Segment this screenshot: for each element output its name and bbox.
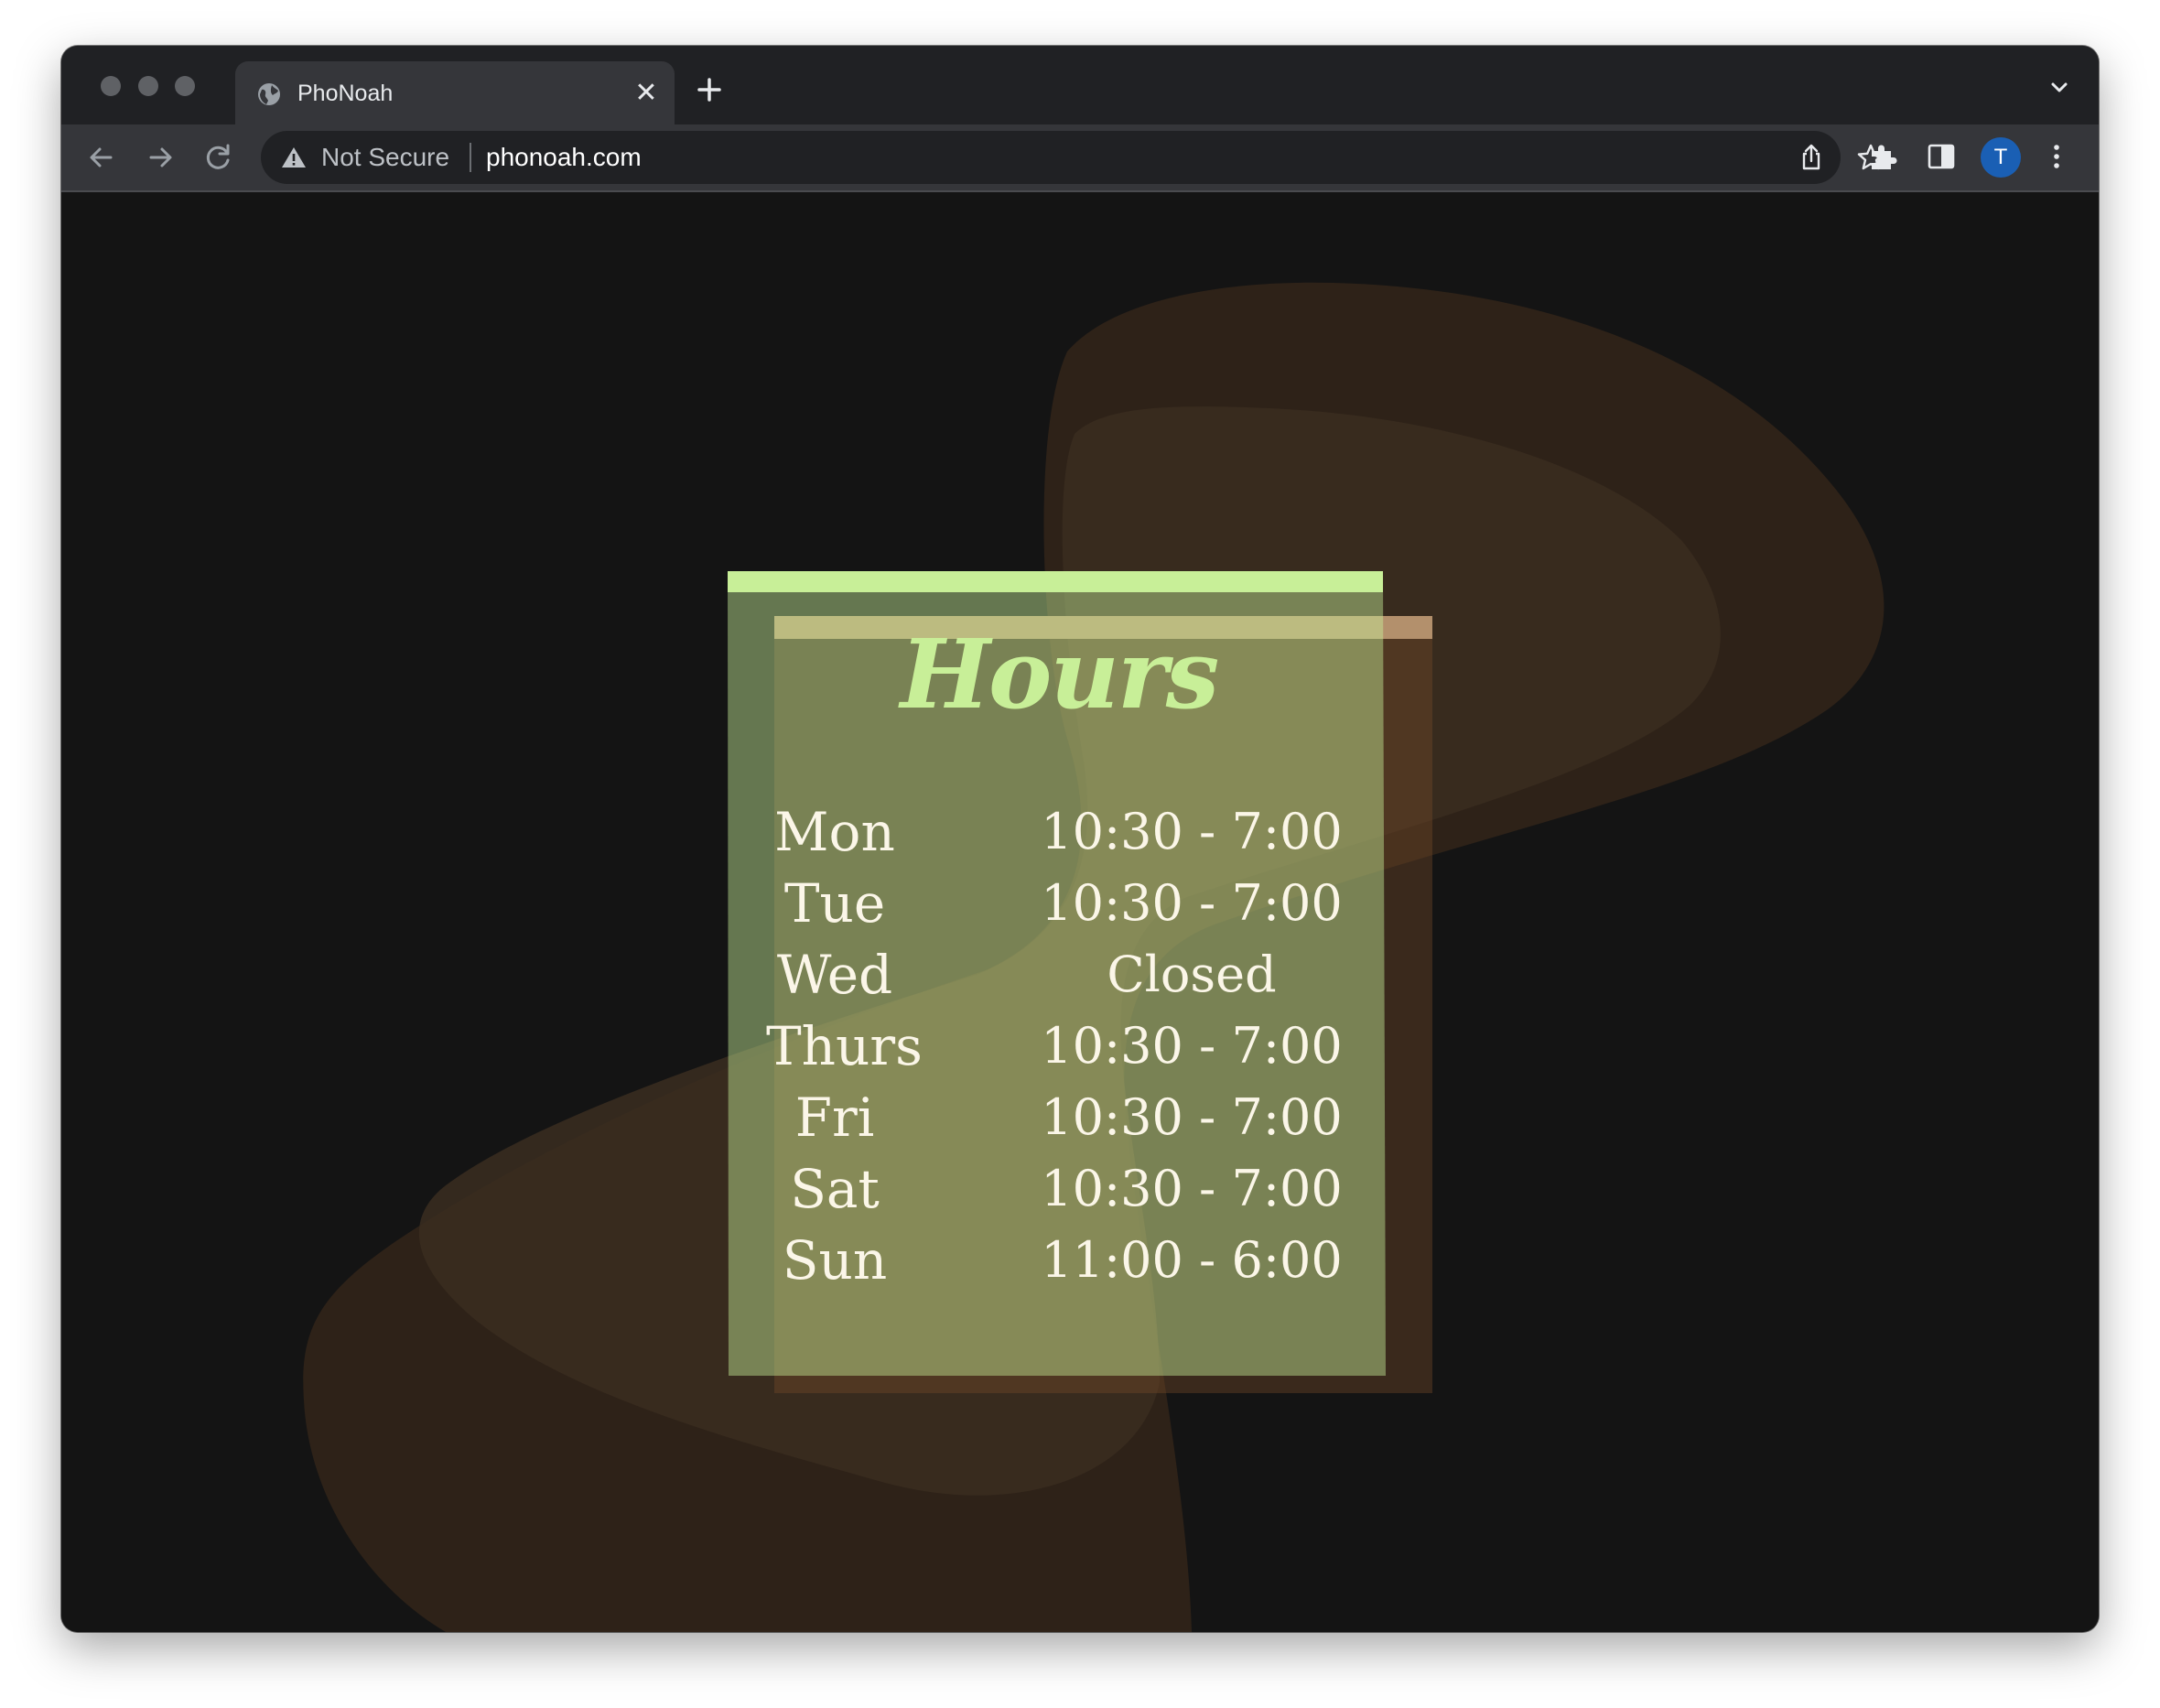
hours-row-sat: Sat 10:30 - 7:00 bbox=[766, 1153, 1388, 1225]
arrow-left-icon[interactable] bbox=[81, 137, 122, 178]
hours-row-fri: Fri 10:30 - 7:00 bbox=[766, 1082, 1388, 1153]
day-label: Thurs bbox=[766, 1015, 923, 1077]
day-label: Sat bbox=[790, 1158, 880, 1220]
kebab-menu-icon[interactable] bbox=[2040, 140, 2073, 173]
time-value: 10:30 - 7:00 bbox=[1041, 874, 1343, 932]
chevron-down-icon[interactable] bbox=[2046, 73, 2073, 101]
reload-icon[interactable] bbox=[199, 137, 239, 178]
arrow-right-icon[interactable] bbox=[140, 137, 180, 178]
day-label: Sun bbox=[782, 1229, 888, 1292]
hours-row-wed: Wed Closed bbox=[766, 939, 1388, 1011]
page-viewport: Hours Mon 10:30 - 7:00 Tue 10:30 - 7:00 … bbox=[61, 192, 2099, 1632]
time-value: 10:30 - 7:00 bbox=[1041, 1088, 1343, 1146]
day-label: Mon bbox=[774, 801, 895, 863]
browser-toolbar: Not Secure phonoah.com T bbox=[61, 124, 2099, 192]
window-zoom-dot[interactable] bbox=[175, 76, 195, 96]
tab-title: PhoNoah bbox=[297, 81, 394, 106]
day-label: Wed bbox=[776, 944, 893, 1006]
window-minimize-dot[interactable] bbox=[138, 76, 158, 96]
share-icon[interactable] bbox=[1797, 143, 1826, 172]
hours-row-tue: Tue 10:30 - 7:00 bbox=[766, 868, 1388, 939]
day-label: Fri bbox=[794, 1086, 875, 1149]
address-bar[interactable]: Not Secure phonoah.com bbox=[261, 131, 1885, 184]
time-value: 11:00 - 6:00 bbox=[1041, 1231, 1343, 1289]
omnibox-divider bbox=[470, 143, 471, 172]
security-label[interactable]: Not Secure bbox=[321, 144, 449, 171]
window-close-dot[interactable] bbox=[101, 76, 121, 96]
time-value: 10:30 - 7:00 bbox=[1041, 803, 1343, 860]
puzzle-icon[interactable] bbox=[1866, 140, 1899, 173]
profile-avatar[interactable]: T bbox=[1981, 137, 2021, 178]
tab-active[interactable]: PhoNoah ✕ bbox=[235, 61, 675, 124]
tab-strip: PhoNoah ✕ bbox=[61, 46, 2099, 124]
hours-row-mon: Mon 10:30 - 7:00 bbox=[766, 796, 1388, 868]
browser-window: PhoNoah ✕ Not Secure phonoah.com T Hours… bbox=[61, 46, 2099, 1632]
hours-row-thurs: Thurs 10:30 - 7:00 bbox=[766, 1011, 1388, 1082]
side-panel-icon[interactable] bbox=[1925, 140, 1958, 173]
day-label: Tue bbox=[783, 872, 886, 935]
close-icon[interactable]: ✕ bbox=[631, 78, 662, 109]
url-text[interactable]: phonoah.com bbox=[486, 144, 642, 171]
globe-icon bbox=[258, 83, 280, 105]
time-value: 10:30 - 7:00 bbox=[1041, 1017, 1343, 1075]
hours-heading: Hours bbox=[900, 618, 1220, 730]
time-value: 10:30 - 7:00 bbox=[1041, 1160, 1343, 1217]
time-value: Closed bbox=[1107, 946, 1277, 1003]
hours-row-sun: Sun 11:00 - 6:00 bbox=[766, 1225, 1388, 1296]
warning-triangle-icon[interactable] bbox=[281, 146, 307, 169]
plus-icon[interactable] bbox=[691, 71, 728, 108]
